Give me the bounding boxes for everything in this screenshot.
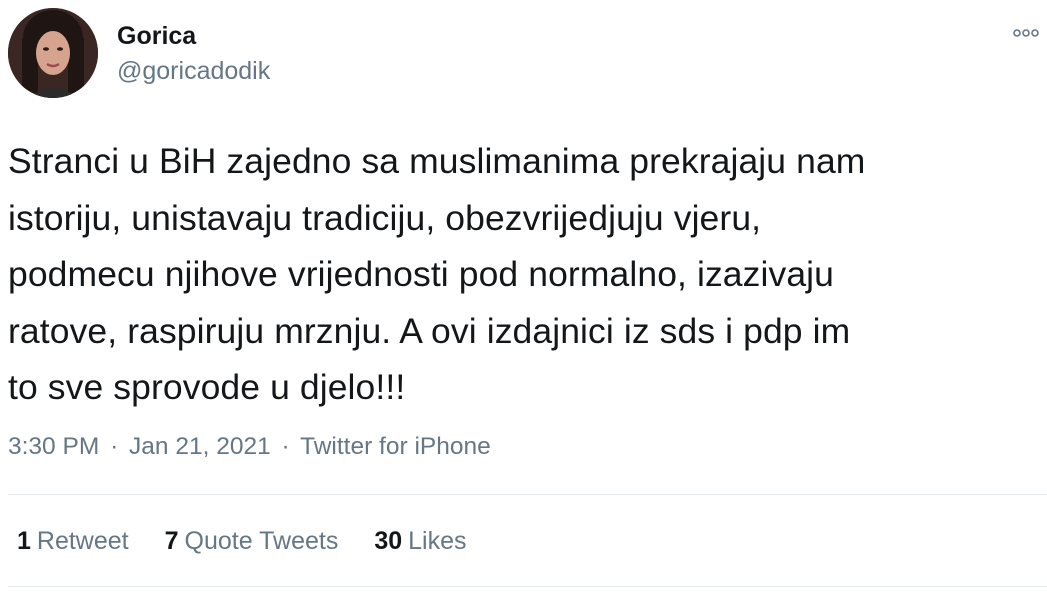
- tweet-stats: 1 Retweet 7 Quote Tweets 30 Likes: [17, 524, 503, 558]
- avatar[interactable]: [8, 8, 98, 98]
- tweet-time[interactable]: 3:30 PM: [8, 433, 99, 460]
- more-options-icon[interactable]: [1011, 26, 1041, 40]
- divider: [8, 494, 1047, 495]
- tweet-date[interactable]: Jan 21, 2021: [129, 433, 271, 460]
- likes-label: Likes: [408, 527, 467, 555]
- divider: [8, 586, 1047, 587]
- quote-tweets-label: Quote Tweets: [184, 527, 339, 555]
- meta-separator: ·: [281, 433, 290, 460]
- quote-tweets-stat[interactable]: 7 Quote Tweets: [165, 524, 339, 558]
- profile-photo-icon: [8, 8, 98, 98]
- tweet-text: Stranci u BiH zajedno sa muslimanima pre…: [8, 141, 866, 407]
- retweets-label: Retweet: [36, 527, 129, 555]
- tweet-card: Gorica @goricadodik Stranci u BiH zajedn…: [0, 0, 1047, 600]
- retweets-count: 1: [17, 527, 31, 555]
- tweet-meta: 3:30 PM · Jan 21, 2021 · Twitter for iPh…: [8, 430, 491, 464]
- tweet-source[interactable]: Twitter for iPhone: [300, 433, 491, 460]
- likes-count: 30: [374, 527, 403, 555]
- meta-separator: ·: [110, 433, 119, 460]
- author-handle[interactable]: @goricadodik: [117, 55, 270, 87]
- author-display-name[interactable]: Gorica: [117, 20, 196, 52]
- retweets-stat[interactable]: 1 Retweet: [17, 524, 129, 558]
- likes-stat[interactable]: 30 Likes: [374, 524, 466, 558]
- quote-tweets-count: 7: [164, 527, 179, 555]
